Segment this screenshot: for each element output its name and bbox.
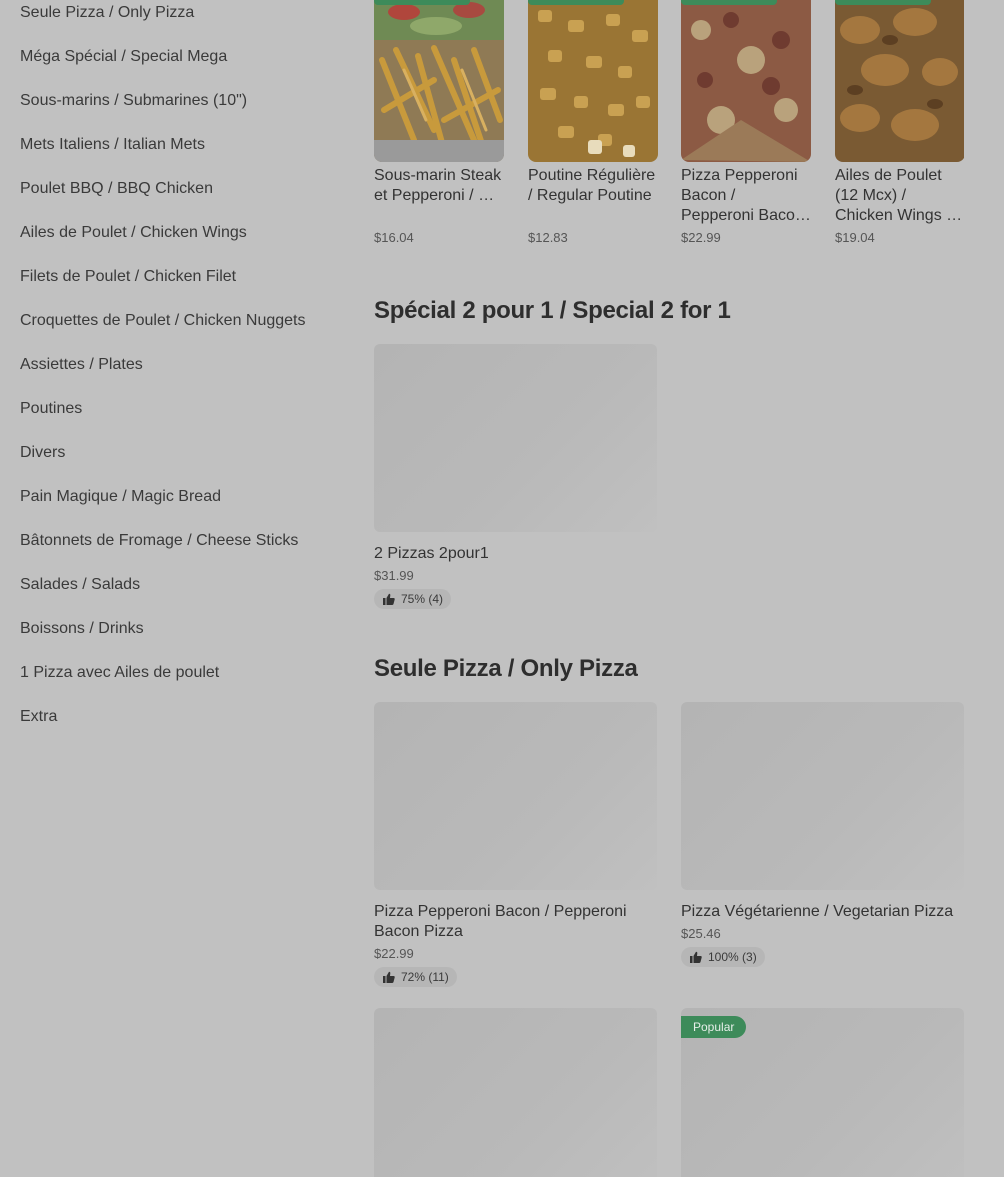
sidebar-item-italian-mets[interactable]: Mets Italiens / Italian Mets [20, 135, 205, 155]
item-title: Sous-marin Steak et Pepperoni / … [374, 167, 502, 204]
sidebar-item-magic-bread[interactable]: Pain Magique / Magic Bread [20, 487, 221, 507]
sidebar-item-chicken-wings[interactable]: Ailes de Poulet / Chicken Wings [20, 223, 247, 243]
sidebar-item-poutines[interactable]: Poutines [20, 399, 82, 419]
item-price: $19.04 [835, 230, 875, 245]
section-title-only-pizza: Seule Pizza / Only Pizza [374, 655, 638, 682]
rating-badge: 72% (11) [374, 967, 457, 987]
sub-fries-photo [374, 0, 504, 162]
item-title: Ailes de Poulet (12 Mcx) / Chicken Wings… [835, 167, 963, 224]
item-title: Pizza Végétarienne / Vegetarian Pizza [681, 903, 954, 920]
menu-item-card[interactable]: Popular [681, 1008, 964, 1177]
section-title-special: Spécial 2 pour 1 / Special 2 for 1 [374, 297, 731, 324]
popular-tag-stub [528, 0, 624, 5]
item-title: Poutine Régulière / Regular Poutine [528, 167, 656, 204]
menu-content: Sous-marin Steak et Pepperoni / … $16.04 [374, 0, 974, 1177]
sidebar-item-only-pizza[interactable]: Seule Pizza / Only Pizza [20, 3, 194, 23]
thumbs-up-icon [383, 971, 395, 983]
popular-tag-stub [835, 0, 931, 5]
rating-badge: 75% (4) [374, 589, 452, 609]
sidebar-item-pizza-with-wings[interactable]: 1 Pizza avec Ailes de poulet [20, 663, 219, 683]
item-price: $31.99 [374, 568, 414, 583]
rating-text: 72% (11) [401, 970, 449, 984]
thumbs-up-icon [690, 951, 702, 963]
item-title: Pizza Pepperoni Bacon / Pepperoni Bacon … [374, 903, 627, 940]
menu-item-card[interactable]: 2 Pizzas 2pour1 $31.99 75% (4) [374, 344, 657, 610]
popular-item-card[interactable]: Sous-marin Steak et Pepperoni / … $16.04 [374, 0, 504, 245]
sidebar-item-chicken-nuggets[interactable]: Croquettes de Poulet / Chicken Nuggets [20, 311, 306, 331]
item-price: $22.99 [374, 946, 414, 961]
menu-item-card[interactable]: Pizza Végétarienne / Vegetarian Pizza $2… [681, 702, 964, 968]
sidebar-item-submarines[interactable]: Sous-marins / Submarines (10") [20, 91, 247, 111]
sidebar-item-extra[interactable]: Extra [20, 707, 57, 727]
sidebar-item-salads[interactable]: Salades / Salads [20, 575, 140, 595]
category-sidebar: Seule Pizza / Only Pizza Méga Spécial / … [0, 0, 330, 1177]
pizza-photo [681, 0, 811, 162]
sidebar-item-chicken-filet[interactable]: Filets de Poulet / Chicken Filet [20, 267, 236, 287]
rating-badge: 100% (3) [681, 947, 765, 967]
rating-text: 100% (3) [708, 950, 757, 964]
popular-items-carousel: Sous-marin Steak et Pepperoni / … $16.04 [374, 0, 964, 260]
item-price: $25.46 [681, 926, 721, 941]
item-image-placeholder [681, 702, 964, 890]
popular-badge: Popular [681, 1016, 747, 1038]
item-image-placeholder [374, 344, 657, 532]
item-image-placeholder: Popular [681, 1008, 964, 1177]
sidebar-item-cheese-sticks[interactable]: Bâtonnets de Fromage / Cheese Sticks [20, 531, 298, 551]
menu-item-card[interactable]: Pizza Pepperoni Bacon / Pepperoni Bacon … [374, 702, 657, 988]
item-price: $16.04 [374, 230, 414, 245]
popular-tag-stub [681, 0, 777, 5]
menu-item-card[interactable] [374, 1008, 657, 1177]
wings-photo [835, 0, 964, 162]
item-image-placeholder [374, 1008, 657, 1177]
popular-item-card[interactable]: Ailes de Poulet (12 Mcx) / Chicken Wings… [835, 0, 964, 245]
popular-item-card[interactable]: Poutine Régulière / Regular Poutine $12.… [528, 0, 658, 245]
thumbs-up-icon [383, 593, 395, 605]
popular-tag-stub [374, 0, 470, 5]
sidebar-item-bbq-chicken[interactable]: Poulet BBQ / BBQ Chicken [20, 179, 213, 199]
sidebar-item-drinks[interactable]: Boissons / Drinks [20, 619, 144, 639]
sidebar-item-special-mega[interactable]: Méga Spécial / Special Mega [20, 47, 227, 67]
rating-text: 75% (4) [401, 592, 444, 606]
item-title: 2 Pizzas 2pour1 [374, 545, 489, 562]
item-price: $22.99 [681, 230, 721, 245]
popular-item-card[interactable]: Pizza Pepperoni Bacon / Pepperoni Baco… … [681, 0, 811, 245]
item-image-placeholder [374, 702, 657, 890]
sidebar-item-plates[interactable]: Assiettes / Plates [20, 355, 143, 375]
item-title: Pizza Pepperoni Bacon / Pepperoni Baco… [681, 167, 811, 224]
poutine-photo [528, 0, 658, 162]
sidebar-item-divers[interactable]: Divers [20, 443, 65, 463]
item-price: $12.83 [528, 230, 568, 245]
